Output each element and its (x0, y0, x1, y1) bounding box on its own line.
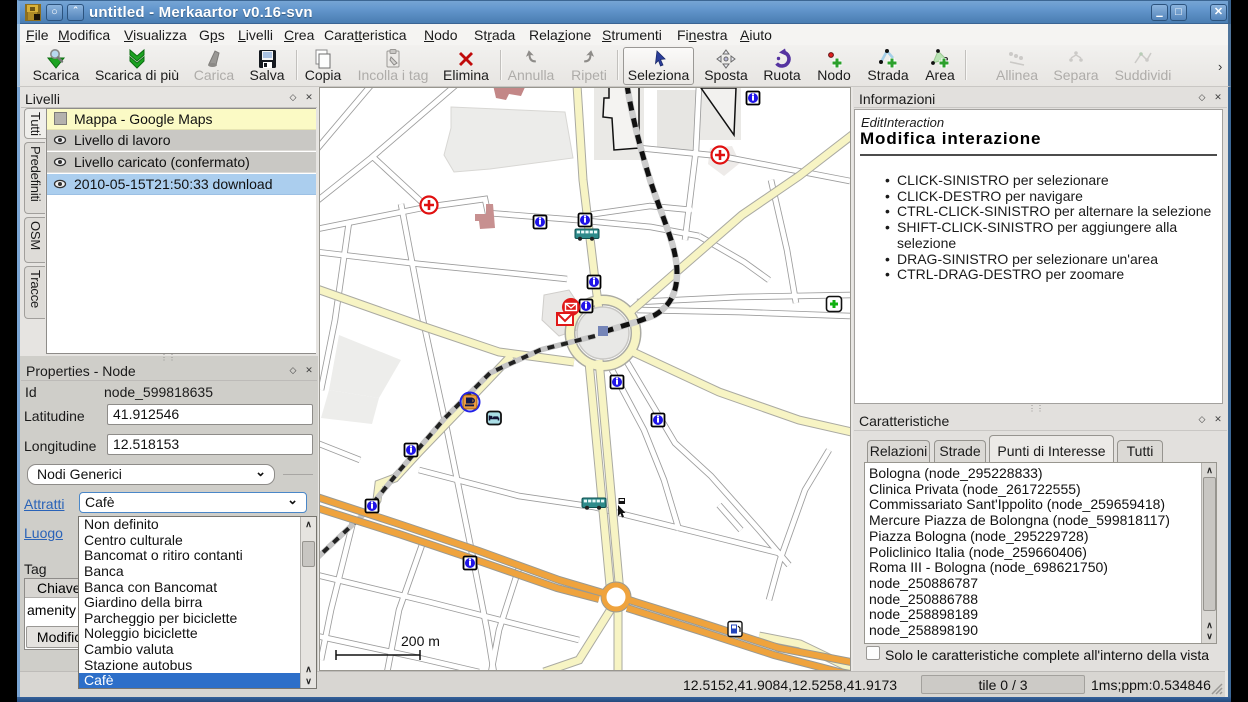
svg-text:200 m: 200 m (401, 633, 440, 649)
